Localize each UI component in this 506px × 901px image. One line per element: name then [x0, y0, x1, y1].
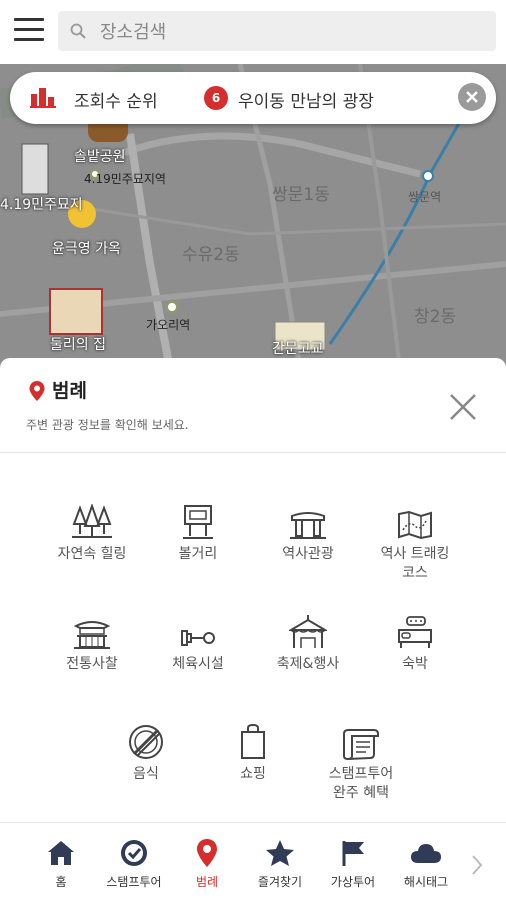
bottom-navigation: 홈 스탬프투어 범례 즐겨찾기 가상투어 해시태그	[0, 822, 506, 901]
map-label: 쌍문1동	[272, 185, 330, 205]
nav-favorites[interactable]: 즐겨찾기	[240, 837, 320, 890]
chevron-right-icon[interactable]	[470, 853, 484, 877]
category-sights[interactable]: 볼거리	[143, 500, 253, 564]
category-label: 스탬프투어 완주 혜택	[328, 766, 394, 801]
bed-icon	[398, 616, 432, 648]
nav-label: 홈	[55, 875, 67, 889]
category-sports[interactable]: 체육시설	[143, 610, 253, 674]
nav-label: 해시태그	[403, 875, 449, 889]
ranking-chart-icon	[30, 88, 56, 108]
map-label: 솔밭공원	[74, 149, 126, 165]
nav-legend[interactable]: 범례	[167, 837, 247, 890]
map-label: 창2동	[414, 307, 457, 327]
map-label: 수유2동	[182, 245, 240, 265]
category-label: 역사관광	[282, 546, 334, 562]
hamburger-menu-icon[interactable]	[14, 18, 44, 44]
top-bar	[0, 0, 506, 64]
search-icon	[70, 23, 86, 39]
forest-icon	[72, 504, 112, 538]
nav-label: 범례	[195, 875, 219, 889]
nav-label: 스탬프투어	[106, 875, 162, 889]
cloud-icon	[411, 844, 441, 863]
ranking-place[interactable]: 우이동 만남의 광장	[238, 87, 374, 112]
map-label: 가오리역	[146, 318, 191, 332]
nav-stamp-tour[interactable]: 스탬프투어	[94, 837, 174, 890]
star-icon	[266, 840, 294, 866]
panel-subtitle: 주변 관광 정보를 확인해 보세요.	[26, 418, 189, 432]
map-label: 간문고교	[272, 341, 324, 357]
nav-hashtag[interactable]: 해시태그	[386, 837, 466, 890]
ranking-banner[interactable]: 조회수 순위 6 우이동 만남의 광장	[10, 72, 496, 124]
category-temple[interactable]: 전통사찰	[37, 610, 147, 674]
rank-number-badge: 6	[204, 86, 228, 110]
location-pin-icon	[197, 839, 217, 867]
map-label: 4.19민주묘지역	[84, 172, 166, 186]
category-label: 체육시설	[172, 656, 224, 672]
food-icon	[129, 725, 163, 759]
dolmen-icon	[290, 512, 326, 539]
map-label: 윤극영 가옥	[52, 241, 121, 257]
search-input[interactable]	[98, 11, 482, 53]
category-food[interactable]: 음식	[91, 720, 201, 784]
category-nature-healing[interactable]: 자연속 힐링	[37, 500, 147, 564]
location-pin-icon	[29, 381, 45, 401]
nav-virtual-tour[interactable]: 가상투어	[313, 837, 393, 890]
close-icon	[466, 91, 478, 103]
category-shopping[interactable]: 쇼핑	[198, 720, 308, 784]
category-lodging[interactable]: 숙박	[360, 610, 470, 674]
close-ranking-button[interactable]	[458, 83, 486, 111]
nav-home[interactable]: 홈	[21, 837, 101, 890]
map-label: 4.19민주묘지	[0, 197, 83, 213]
category-label: 숙박	[402, 656, 428, 672]
category-label: 역사 트래킹 코스	[380, 546, 450, 581]
legend-panel: 범례 주변 관광 정보를 확인해 보세요. 자연속 힐링 볼거리 역사관광 역사…	[0, 358, 506, 828]
category-label: 축제&행사	[276, 656, 340, 672]
festival-tent-icon	[289, 615, 327, 648]
map-label: 둘리의 집	[50, 337, 106, 353]
panel-title: 범례	[52, 380, 87, 402]
trail-map-icon	[398, 510, 432, 540]
sports-icon	[181, 630, 215, 646]
category-history-trekking[interactable]: 역사 트래킹 코스	[360, 500, 470, 583]
category-label: 음식	[133, 766, 159, 782]
category-festival[interactable]: 축제&행사	[253, 610, 363, 674]
certificate-icon	[343, 729, 379, 760]
shopping-bag-icon	[241, 724, 265, 759]
category-stamp-benefit[interactable]: 스탬프투어 완주 혜택	[306, 720, 416, 803]
flag-icon	[342, 841, 364, 866]
divider	[0, 452, 506, 453]
category-label: 쇼핑	[240, 766, 266, 782]
signboard-icon	[183, 505, 213, 539]
search-bar[interactable]	[58, 11, 496, 53]
nav-label: 즐겨찾기	[257, 875, 303, 889]
category-label: 볼거리	[178, 546, 218, 562]
map-label: 쌍문역	[408, 190, 442, 204]
nav-label: 가상투어	[330, 875, 376, 889]
temple-icon	[74, 621, 110, 649]
close-panel-icon[interactable]	[448, 392, 478, 422]
category-label: 전통사찰	[66, 656, 118, 672]
stamp-badge-icon	[121, 840, 147, 866]
category-history[interactable]: 역사관광	[253, 500, 363, 564]
ranking-label: 조회수 순위	[74, 92, 158, 112]
home-icon	[48, 841, 74, 865]
category-label: 자연속 힐링	[57, 546, 127, 562]
